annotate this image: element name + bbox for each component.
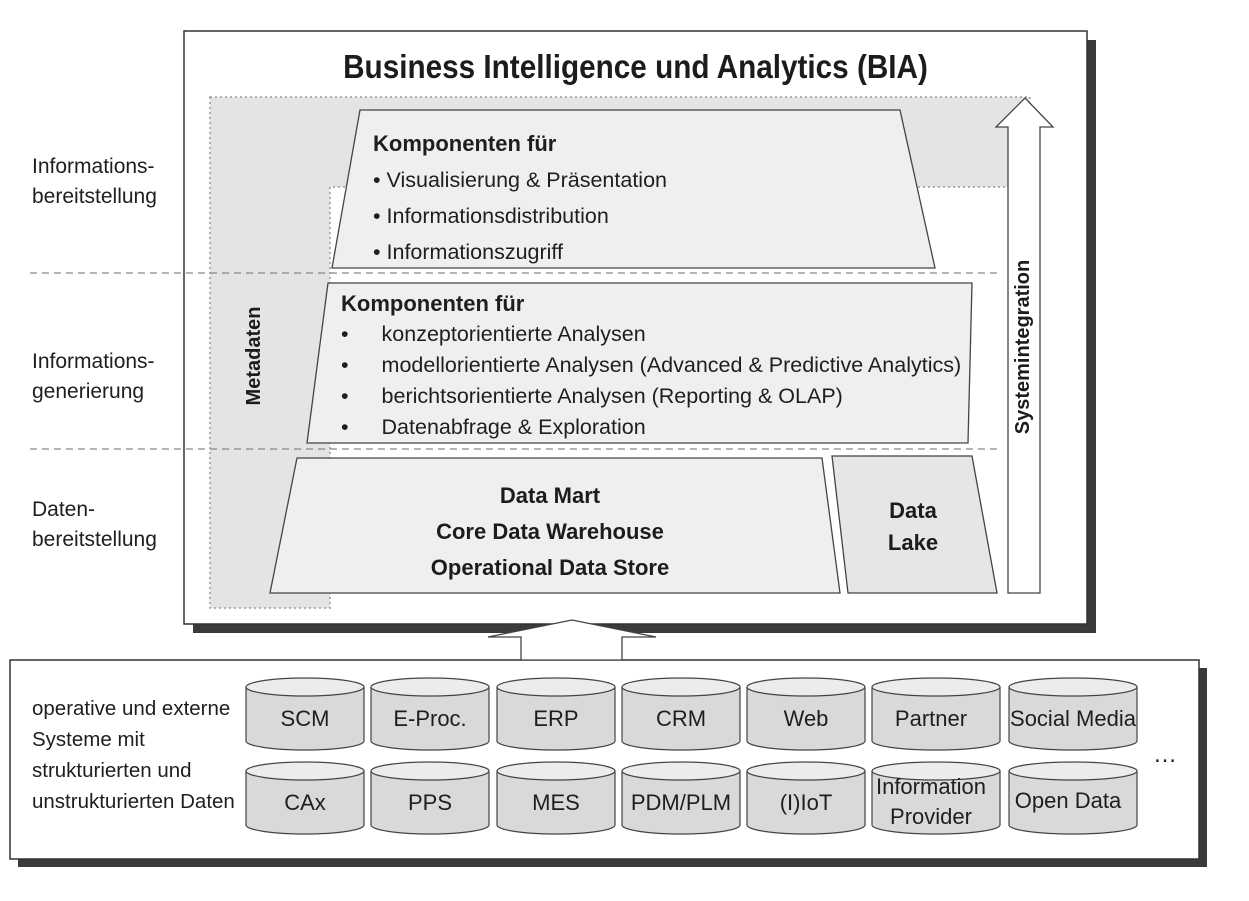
middle-box-item-text: berichtsorientierte Analysen (Reporting …	[381, 384, 843, 408]
layer-label-line: Informations-	[32, 155, 155, 178]
more-sources-ellipsis: …	[1153, 741, 1177, 768]
middle-box-item-text: konzeptorientierte Analysen	[381, 322, 646, 346]
cylinder-top	[245, 677, 365, 697]
source-scm: SCM	[280, 706, 330, 731]
middle-box-item: • berichtsorientierte Analysen (Reporting…	[341, 384, 843, 408]
layer-label-informationsgenerierung: Informations- generierung	[32, 347, 155, 407]
operational-data-store-label: Operational Data Store	[430, 555, 670, 580]
cylinder-top	[871, 677, 1001, 697]
layer-label-datenbereitstellung: Daten- bereitstellung	[32, 495, 157, 555]
data-lake-content: Data Lake	[853, 495, 973, 559]
sources-description-line: Systeme mit	[32, 728, 145, 751]
metadaten-label: Metadaten	[243, 306, 265, 406]
top-box-content: Komponenten für • Visualisierung & Präse…	[373, 126, 667, 270]
cylinder-top	[621, 677, 741, 697]
top-box-heading: Komponenten für	[373, 131, 557, 156]
source-e-proc: E-Proc.	[393, 706, 467, 731]
top-box-item: • Visualisierung & Präsentation	[373, 168, 667, 192]
source-information-provider: Information Provider	[875, 774, 987, 829]
core-data-warehouse-label: Core Data Warehouse	[436, 519, 664, 544]
source-iiot: (I)IoT	[779, 790, 833, 815]
layer-label-line: Daten-	[32, 498, 96, 521]
source-mes: MES	[532, 790, 580, 815]
top-box-item: • Informationsdistribution	[373, 204, 609, 228]
sources-description: operative und externe Systeme mit strukt…	[32, 693, 235, 817]
layer-label-line: bereitstellung	[32, 528, 157, 551]
source-pps: PPS	[407, 790, 453, 815]
data-lake-line: Data	[889, 498, 937, 523]
source-web: Web	[783, 706, 829, 731]
cylinder-top	[496, 761, 616, 781]
diagram-title: Business Intelligence und Analytics (BIA…	[343, 48, 928, 85]
top-box-item-text: Visualisierung & Präsentation	[386, 168, 667, 192]
data-box-content: Data Mart Core Data Warehouse Operationa…	[380, 478, 720, 586]
source-partner: Partner	[894, 706, 968, 731]
cylinder-top	[496, 677, 616, 697]
source-erp: ERP	[533, 706, 579, 731]
layer-label-line: generierung	[32, 380, 145, 403]
top-box-item-text: Informationszugriff	[386, 240, 563, 264]
layer-label-informationsbereitstellung: Informations- bereitstellung	[32, 152, 157, 212]
cylinder-top	[370, 761, 490, 781]
middle-box-content: Komponenten für • konzeptorientierte Anal…	[341, 288, 961, 443]
cylinder-top	[370, 677, 490, 697]
top-box-item: • Informationszugriff	[373, 240, 563, 264]
cylinder-top	[746, 761, 866, 781]
cylinder-top	[746, 677, 866, 697]
data-lake-line: Lake	[887, 530, 939, 555]
layer-label-line: bereitstellung	[32, 185, 157, 208]
middle-box-item: • Datenabfrage & Exploration	[341, 415, 646, 439]
source-pdm-plm: PDM/PLM	[630, 790, 732, 815]
sources-description-line: unstrukturierten Daten	[32, 790, 235, 813]
cylinder-top	[1008, 677, 1138, 697]
cylinder-top	[621, 761, 741, 781]
source-crm: CRM	[655, 706, 707, 731]
cylinder-top	[245, 761, 365, 781]
data-mart-label: Data Mart	[499, 483, 601, 508]
layer-label-line: Informations-	[32, 350, 155, 373]
systemintegration-label: Systemintegration	[1012, 259, 1034, 435]
middle-box-item: • konzeptorientierte Analysen	[341, 322, 646, 346]
middle-box-item-text: modellorientierte Analysen (Advanced & P…	[381, 353, 962, 377]
source-social-media: Social Media	[1010, 706, 1136, 731]
middle-box-heading: Komponenten für	[341, 291, 525, 316]
source-open-data: Open Data	[1014, 788, 1122, 813]
middle-box-item: • modellorientierte Analysen (Advanced & …	[341, 353, 962, 377]
top-box-item-text: Informationsdistribution	[386, 204, 609, 228]
sources-description-line: strukturierten und	[32, 759, 192, 782]
source-cax: CAx	[284, 790, 326, 815]
sources-description-line: operative und externe	[32, 697, 231, 720]
middle-box-item-text: Datenabfrage & Exploration	[381, 415, 646, 439]
cylinder-top	[1008, 761, 1138, 781]
